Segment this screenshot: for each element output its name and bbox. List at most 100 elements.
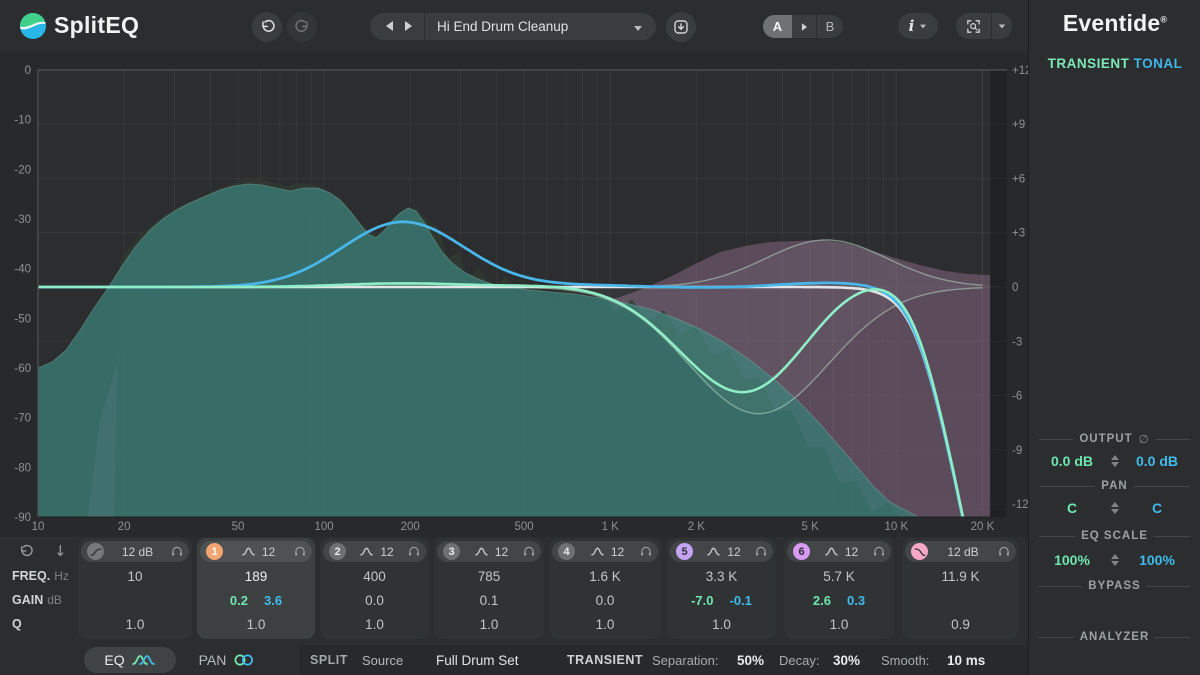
band-badge[interactable] xyxy=(911,543,928,560)
band-freq-value[interactable]: 400 xyxy=(320,569,429,584)
band-header[interactable]: 12 dB xyxy=(81,541,189,562)
band-freq-value[interactable]: 10 xyxy=(78,569,192,584)
band-slope-label[interactable]: 12 xyxy=(262,545,275,559)
band-gain[interactable]: 0.1 xyxy=(480,593,499,608)
bottom-bar: EQ PAN SPLIT Source Full Drum Set TRANSI… xyxy=(0,645,1028,675)
ab-compare-a-button[interactable]: A xyxy=(763,15,792,38)
band-badge[interactable]: 1 xyxy=(206,543,223,560)
band-gain-transient[interactable]: 2.6 xyxy=(813,593,831,608)
band-q-value[interactable]: 1.0 xyxy=(320,617,429,632)
collapse-strip-icon[interactable]: ↓ xyxy=(54,542,67,560)
band-card-2[interactable]: 2 12 400 0.0 1.0 xyxy=(320,538,429,639)
band-solo-headphone-icon[interactable] xyxy=(171,543,183,561)
ab-copy-button[interactable] xyxy=(792,15,816,38)
redo-button[interactable] xyxy=(287,12,317,42)
band-header[interactable]: 2 12 xyxy=(323,541,426,562)
smooth-value[interactable]: 10 ms xyxy=(947,645,985,675)
decay-value[interactable]: 30% xyxy=(833,645,860,675)
tab-pan[interactable]: PAN xyxy=(184,647,270,673)
band-header[interactable]: 1 12 xyxy=(200,541,312,562)
band-badge[interactable] xyxy=(87,543,104,560)
transient-label[interactable]: TRANSIENT xyxy=(1048,56,1130,71)
band-q-value[interactable]: 1.0 xyxy=(667,617,776,632)
band-card-lowpass[interactable]: 12 dB 11.9 K 0.9 xyxy=(902,538,1019,639)
band-card-highpass[interactable]: 12 dB 10 1.0 xyxy=(78,538,192,639)
pan-transient-value[interactable]: C xyxy=(1043,500,1101,516)
band-solo-headphone-icon[interactable] xyxy=(294,543,306,561)
band-freq-value[interactable]: 5.7 K xyxy=(784,569,894,584)
band-q-value[interactable]: 1.0 xyxy=(78,617,192,632)
info-button[interactable]: i xyxy=(898,13,938,39)
resize-button[interactable] xyxy=(956,13,1012,39)
tonal-label[interactable]: TONAL xyxy=(1134,56,1183,71)
band-card-6[interactable]: 6 12 5.7 K 2.6 0.3 1.0 xyxy=(784,538,894,639)
undo-button[interactable] xyxy=(252,12,282,42)
band-q-value[interactable]: 1.0 xyxy=(197,617,315,632)
band-q-value[interactable]: 1.0 xyxy=(434,617,544,632)
band-badge[interactable]: 5 xyxy=(676,543,693,560)
phase-invert-icon[interactable]: ∅ xyxy=(1139,432,1150,446)
band-header[interactable]: 3 12 xyxy=(437,541,541,562)
band-freq-value[interactable]: 3.3 K xyxy=(667,569,776,584)
band-q-value[interactable]: 1.0 xyxy=(784,617,894,632)
eq-scale-stepper[interactable] xyxy=(1110,554,1119,566)
band-badge[interactable]: 6 xyxy=(793,543,810,560)
band-slope-label[interactable]: 12 dB xyxy=(947,545,978,559)
separation-value[interactable]: 50% xyxy=(737,645,764,675)
band-solo-headphone-icon[interactable] xyxy=(408,543,420,561)
reset-bands-icon[interactable] xyxy=(18,543,34,561)
band-header[interactable]: 12 dB xyxy=(905,541,1016,562)
band-q-value[interactable]: 0.9 xyxy=(902,617,1019,632)
output-transient-value[interactable]: 0.0 dB xyxy=(1043,453,1101,469)
band-card-3[interactable]: 3 12 785 0.1 1.0 xyxy=(434,538,544,639)
band-slope-label[interactable]: 12 xyxy=(845,545,858,559)
band-freq-value[interactable]: 1.6 K xyxy=(549,569,661,584)
output-tonal-value[interactable]: 0.0 dB xyxy=(1128,453,1186,469)
band-slope-label[interactable]: 12 xyxy=(611,545,624,559)
band-gain-tonal[interactable]: -0.1 xyxy=(730,593,752,608)
preset-dropdown-caret-icon[interactable] xyxy=(634,18,656,36)
preset-name[interactable]: Hi End Drum Cleanup xyxy=(425,19,634,34)
band-slope-label[interactable]: 12 xyxy=(727,545,740,559)
band-slope-label[interactable]: 12 xyxy=(380,545,393,559)
band-gain-tonal[interactable]: 3.6 xyxy=(264,593,282,608)
band-solo-headphone-icon[interactable] xyxy=(640,543,652,561)
save-preset-button[interactable] xyxy=(666,12,696,42)
band-solo-headphone-icon[interactable] xyxy=(873,543,885,561)
preset-next-button[interactable] xyxy=(403,18,424,36)
eq-scale-transient-value[interactable]: 100% xyxy=(1043,552,1101,568)
band-solo-headphone-icon[interactable] xyxy=(523,543,535,561)
band-solo-headphone-icon[interactable] xyxy=(755,543,767,561)
band-gain-transient[interactable]: 0.2 xyxy=(230,593,248,608)
tab-eq[interactable]: EQ xyxy=(84,647,176,673)
band-gain-tonal[interactable]: 0.3 xyxy=(847,593,865,608)
eq-scale-tonal-value[interactable]: 100% xyxy=(1128,552,1186,568)
band-q-value[interactable]: 1.0 xyxy=(549,617,661,632)
band-badge[interactable]: 4 xyxy=(558,543,575,560)
band-slope-label[interactable]: 12 dB xyxy=(122,545,153,559)
band-header[interactable]: 6 12 xyxy=(787,541,891,562)
band-header[interactable]: 4 12 xyxy=(552,541,658,562)
band-card-4[interactable]: 4 12 1.6 K 0.0 1.0 xyxy=(549,538,661,639)
band-card-1[interactable]: 1 12 189 0.2 3.6 1.0 xyxy=(197,538,315,639)
band-slope-label[interactable]: 12 xyxy=(495,545,508,559)
preset-prev-button[interactable] xyxy=(370,18,403,36)
band-badge[interactable]: 2 xyxy=(329,543,346,560)
band-header[interactable]: 5 12 xyxy=(670,541,773,562)
band-freq-value[interactable]: 785 xyxy=(434,569,544,584)
pan-tonal-value[interactable]: C xyxy=(1128,500,1186,516)
output-stepper[interactable] xyxy=(1110,455,1119,467)
band-badge[interactable]: 3 xyxy=(443,543,460,560)
band-solo-headphone-icon[interactable] xyxy=(998,543,1010,561)
band-freq-value[interactable]: 11.9 K xyxy=(902,569,1019,584)
band-gain-transient[interactable]: -7.0 xyxy=(691,593,713,608)
ab-compare-b-button[interactable]: B xyxy=(817,15,843,38)
pan-stepper[interactable] xyxy=(1110,502,1119,514)
eq-graph[interactable]: 0 -10 -20 -30 -40 -50 -60 -70 -80 -90 +12 +9 +6 +3 0 -3… xyxy=(0,52,1031,537)
band-card-5[interactable]: 5 12 3.3 K -7.0 -0.1 1.0 xyxy=(667,538,776,639)
band-gain[interactable]: 0.0 xyxy=(365,593,384,608)
resize-caret-icon[interactable] xyxy=(992,24,1012,29)
band-gain[interactable]: 0.0 xyxy=(596,593,615,608)
source-select[interactable]: Full Drum Set xyxy=(436,645,519,675)
band-freq-value[interactable]: 189 xyxy=(197,569,315,584)
